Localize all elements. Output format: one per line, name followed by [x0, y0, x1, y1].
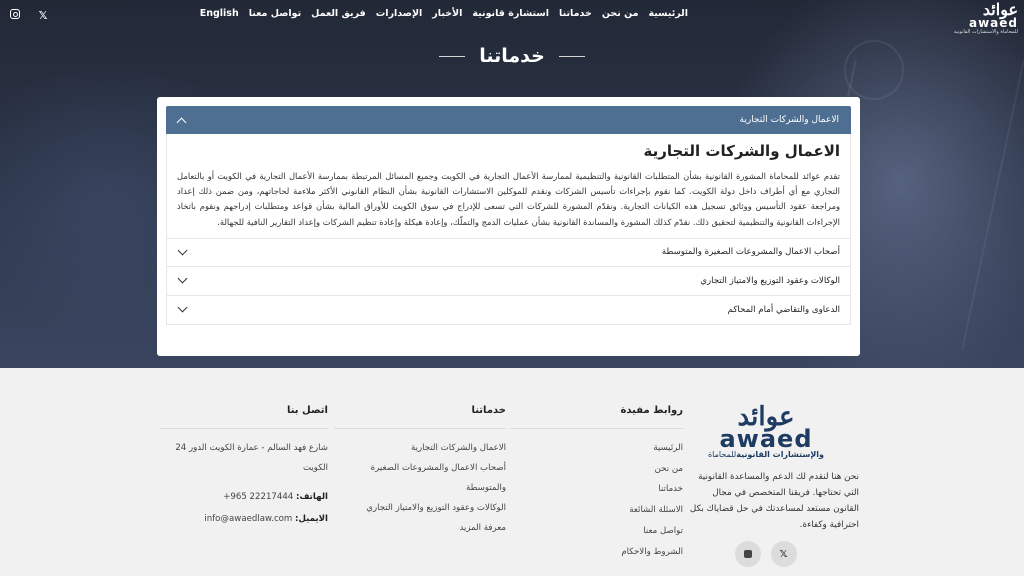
- nav-services[interactable]: خدماتنا: [559, 8, 592, 19]
- header-social-links: 𝕏: [8, 8, 50, 22]
- footer-email-value[interactable]: info@awaedlaw.com: [204, 514, 292, 524]
- footer-link-about[interactable]: من نحن: [511, 459, 683, 480]
- footer-brand-text: نحن هنا لنقدم لك الدعم والمساعدة القانون…: [689, 472, 859, 530]
- footer-brand: عوائد awaed والإستشارات القانونيةللمحاما…: [688, 404, 863, 567]
- site-footer: عوائد awaed والإستشارات القانونيةللمحاما…: [0, 368, 1024, 576]
- accordion-header-business[interactable]: الاعمال والشركات التجارية: [166, 106, 851, 134]
- services-accordion-card: الاعمال والشركات التجارية الاعمال والشرك…: [157, 97, 860, 356]
- footer-link-contact[interactable]: تواصل معنا: [511, 521, 683, 542]
- nav-home[interactable]: الرئيسية: [649, 8, 688, 19]
- nav-about[interactable]: من نحن: [602, 8, 639, 19]
- accordion-body-business: الاعمال والشركات التجارية تقدم عوائد للم…: [166, 134, 851, 238]
- footer-logo[interactable]: عوائد awaed والإستشارات القانونيةللمحاما…: [691, 404, 841, 461]
- accordion-item-agencies[interactable]: الوكالات وعقود التوزيع والامتياز التجاري: [166, 266, 851, 296]
- footer-email: الايميل: info@awaedlaw.com: [160, 509, 328, 529]
- x-icon[interactable]: 𝕏: [770, 541, 797, 567]
- site-logo[interactable]: عوائد awaed للمحاماة والاستشارات القانون…: [952, 2, 1018, 36]
- chevron-down-icon: [177, 245, 188, 256]
- footer-services: خدماتنا الاعمال والشركات التجارية أصحاب …: [334, 368, 506, 538]
- footer-contact: اتصل بنا شارع فهد السالم - عمارة الكويت …: [160, 368, 328, 529]
- footer-service-sme[interactable]: أصحاب الاعمال والمشروعات الصغيرة والمتوس…: [334, 458, 506, 498]
- footer-social-links: 𝕏: [688, 541, 843, 567]
- accordion-item-label: أصحاب الاعمال والمشروعات الصغيرة والمتوس…: [661, 247, 840, 258]
- footer-useful-links-title: روابط مفيدة: [511, 368, 683, 429]
- accordion-item-label: الوكالات وعقود التوزيع والامتياز التجاري: [700, 275, 840, 286]
- footer-address: شارع فهد السالم - عمارة الكويت الدور 24 …: [175, 443, 328, 473]
- footer-logo-subtitle: والإستشارات القانونيةللمحاماة: [707, 450, 824, 459]
- main-nav: الرئيسية من نحن خدماتنا استشارة قانونية …: [200, 8, 688, 19]
- accordion-item-litigation[interactable]: الدعاوى والتقاضي أمام المحاكم: [166, 295, 851, 325]
- title-divider-right: [558, 55, 585, 57]
- nav-english[interactable]: English: [200, 8, 239, 19]
- x-icon[interactable]: 𝕏: [36, 9, 50, 22]
- accordion-body-heading: الاعمال والشركات التجارية: [643, 142, 840, 160]
- footer-phone-value[interactable]: +965 22217444: [223, 492, 293, 502]
- logo-subtitle: للمحاماة والاستشارات القانونية: [953, 29, 1018, 35]
- accordion-body-text: تقدم عوائد للمحاماة المشورة القانونية بش…: [177, 171, 840, 227]
- page-title: خدماتنا: [479, 45, 545, 67]
- footer-link-services[interactable]: خدماتنا: [511, 479, 683, 500]
- title-divider-left: [439, 55, 466, 57]
- footer-useful-links: روابط مفيدة الرئيسية من نحن خدماتنا الاس…: [511, 368, 683, 562]
- accordion-header-label: الاعمال والشركات التجارية: [739, 115, 839, 125]
- instagram-icon[interactable]: [8, 8, 22, 22]
- nav-news[interactable]: الأخبار: [432, 8, 462, 19]
- chevron-down-icon: [177, 302, 188, 313]
- page-title-area: خدماتنا: [0, 40, 1024, 72]
- accordion-item-sme[interactable]: أصحاب الاعمال والمشروعات الصغيرة والمتوس…: [166, 237, 851, 267]
- nav-contact[interactable]: تواصل معنا: [249, 8, 301, 19]
- footer-link-terms[interactable]: الشروط والاحكام: [511, 542, 683, 563]
- footer-service-agencies[interactable]: الوكالات وعقود التوزيع والامتياز التجاري: [334, 498, 506, 518]
- footer-link-home[interactable]: الرئيسية: [511, 438, 683, 459]
- chevron-up-icon: [176, 117, 187, 127]
- nav-team[interactable]: فريق العمل: [311, 8, 366, 19]
- nav-publications[interactable]: الإصدارات: [376, 8, 423, 19]
- footer-contact-title: اتصل بنا: [160, 368, 328, 429]
- footer-service-business[interactable]: الاعمال والشركات التجارية: [334, 438, 506, 458]
- footer-phone: الهاتف: +965 22217444: [160, 487, 328, 507]
- footer-link-faq[interactable]: الاسئلة الشائعة: [511, 500, 683, 521]
- footer-logo-english: awaed: [719, 425, 813, 453]
- nav-consultation[interactable]: استشارة قانونية: [472, 8, 549, 19]
- logo-english: awaed: [968, 16, 1018, 30]
- chevron-down-icon: [177, 273, 188, 284]
- footer-services-more[interactable]: معرفة المزيد: [334, 518, 506, 538]
- instagram-icon[interactable]: [734, 541, 761, 567]
- footer-phone-label: الهاتف:: [296, 492, 328, 502]
- footer-email-label: الايميل:: [295, 514, 328, 524]
- accordion-item-label: الدعاوى والتقاضي أمام المحاكم: [727, 304, 840, 315]
- footer-services-title: خدماتنا: [334, 368, 506, 429]
